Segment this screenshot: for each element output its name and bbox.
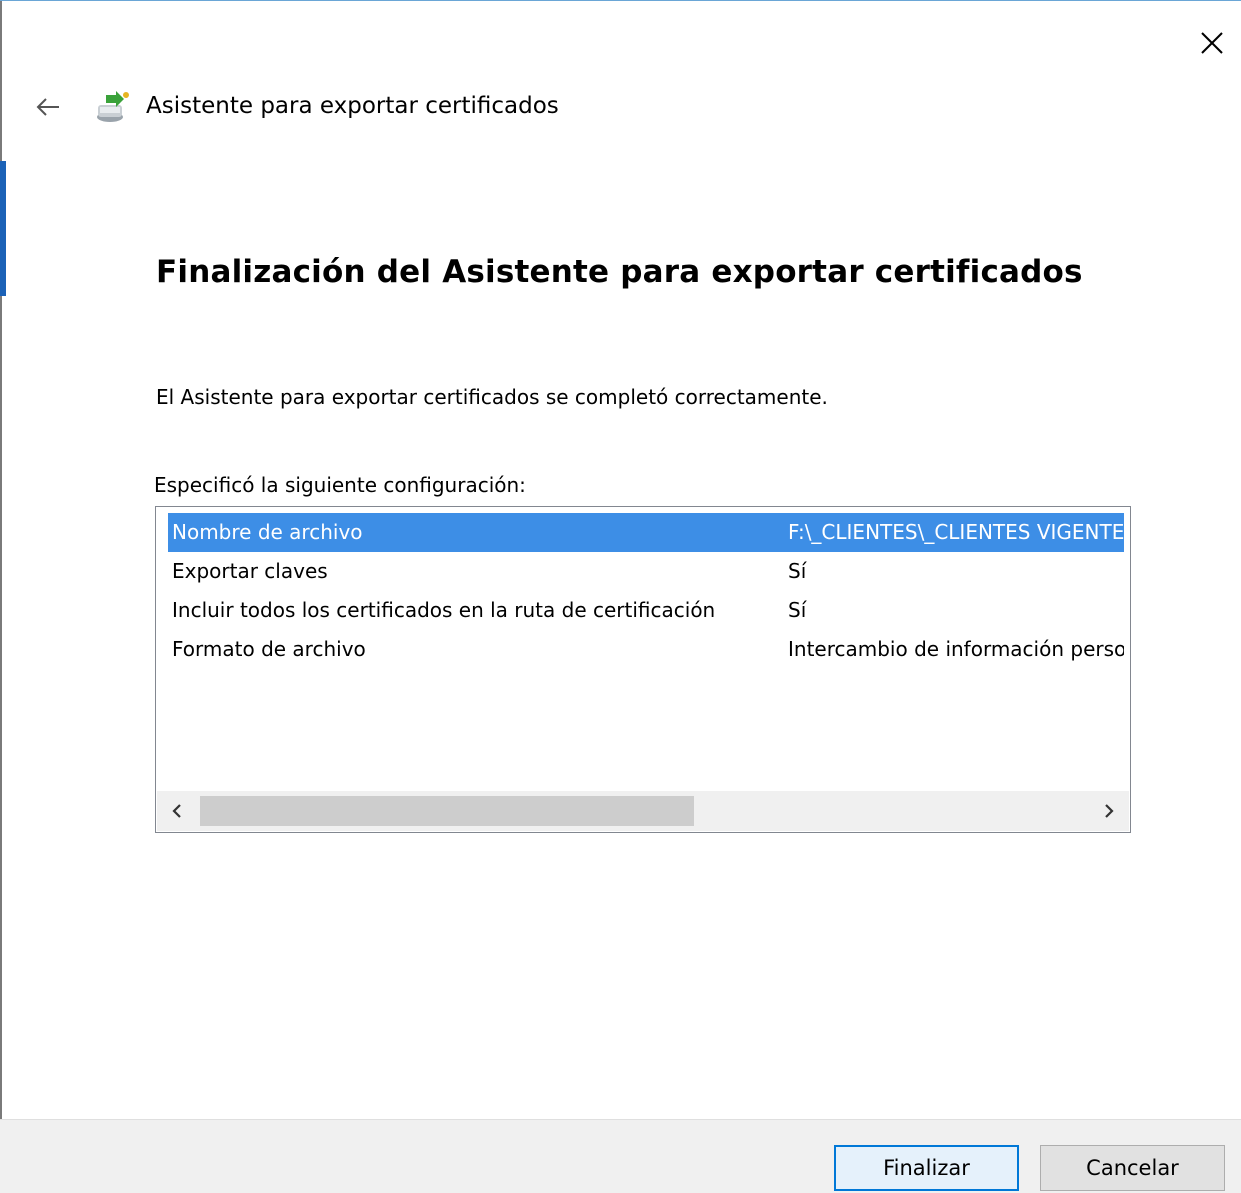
horizontal-scrollbar[interactable] (157, 791, 1129, 831)
wizard-title: Asistente para exportar certificados (146, 93, 559, 119)
scroll-thumb[interactable] (200, 796, 694, 826)
setting-value: Sí (788, 559, 807, 583)
settings-row[interactable]: Nombre de archivo F:\_CLIENTES\_CLIENTES … (168, 513, 1124, 552)
settings-row[interactable]: Formato de archivo Intercambio de informa… (168, 630, 1124, 669)
page-heading: Finalización del Asistente para exportar… (156, 254, 1083, 290)
scroll-left-button[interactable] (157, 791, 197, 831)
settings-row[interactable]: Exportar claves Sí (168, 552, 1124, 591)
setting-value: F:\_CLIENTES\_CLIENTES VIGENTES (788, 520, 1124, 544)
back-button[interactable] (28, 87, 68, 127)
settings-list-rows: Nombre de archivo F:\_CLIENTES\_CLIENTES … (168, 513, 1124, 669)
setting-value: Sí (788, 598, 807, 622)
setting-name: Nombre de archivo (172, 520, 363, 544)
close-button[interactable] (1190, 21, 1234, 65)
cancel-button[interactable]: Cancelar (1040, 1145, 1225, 1191)
chevron-left-icon (172, 804, 181, 818)
window-focus-accent (0, 161, 6, 296)
settings-row[interactable]: Incluir todos los certificados en la rut… (168, 591, 1124, 630)
footer-bar: Finalizar Cancelar (0, 1119, 1241, 1193)
back-arrow-icon (36, 98, 59, 116)
completion-message: El Asistente para exportar certificados … (156, 385, 828, 409)
finish-button[interactable]: Finalizar (834, 1145, 1019, 1191)
setting-name: Incluir todos los certificados en la rut… (172, 598, 716, 622)
setting-name: Formato de archivo (172, 637, 366, 661)
certificate-export-icon (97, 91, 129, 122)
setting-name: Exportar claves (172, 559, 328, 583)
scroll-right-button[interactable] (1089, 791, 1129, 831)
export-wizard-window: Asistente para exportar certificados Fin… (0, 0, 1241, 1193)
close-icon (1201, 32, 1223, 54)
settings-list[interactable]: Nombre de archivo F:\_CLIENTES\_CLIENTES … (155, 506, 1131, 833)
chevron-right-icon (1105, 804, 1114, 818)
setting-value: Intercambio de información personal (788, 637, 1124, 661)
configuration-label: Especificó la siguiente configuración: (154, 473, 526, 497)
